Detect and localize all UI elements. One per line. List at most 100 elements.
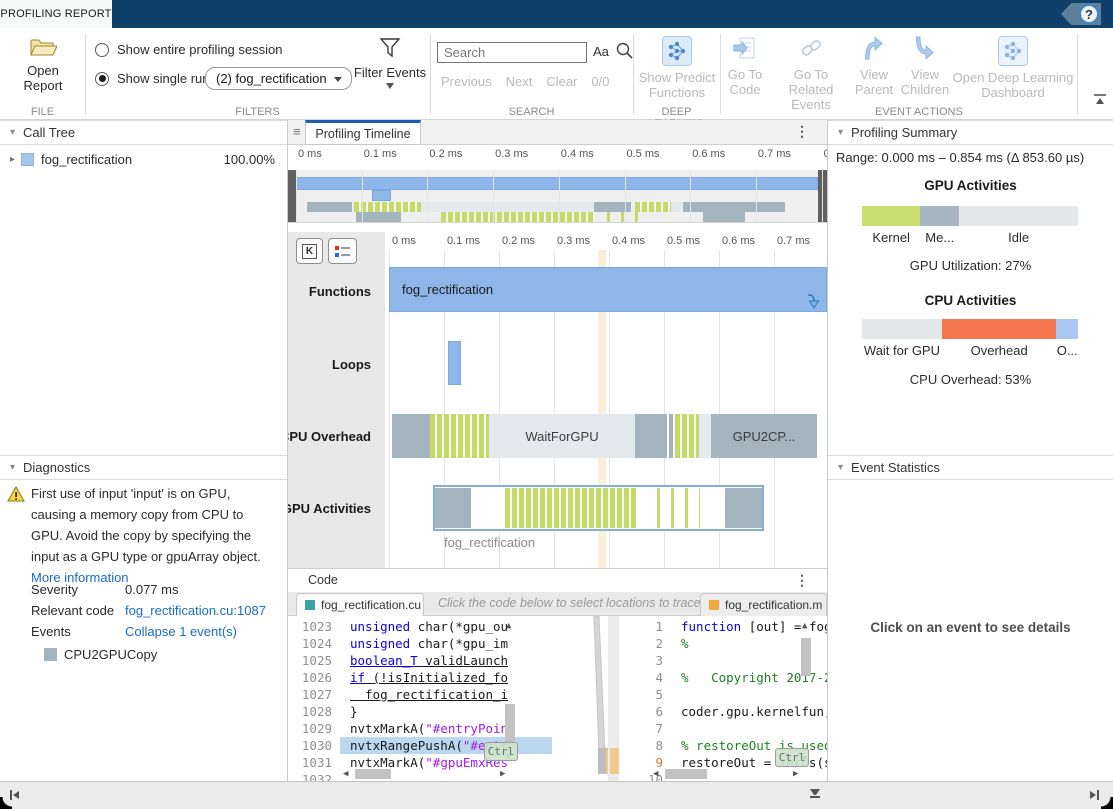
timeline-bar[interactable]: GPU2CP... bbox=[711, 414, 817, 458]
view-parent-button[interactable]: View Parent bbox=[852, 36, 896, 97]
m-code-pane[interactable]: 1function [out] = fog_2%34% Copyright 20… bbox=[608, 616, 827, 781]
loops-row[interactable] bbox=[389, 341, 827, 385]
code-line[interactable]: 4% Copyright 2017-20 bbox=[619, 669, 827, 686]
code-line[interactable]: 3 bbox=[619, 652, 827, 669]
timeline-bar[interactable] bbox=[372, 190, 391, 201]
trace-annotation-mark[interactable] bbox=[610, 748, 619, 774]
overview-left-handle[interactable] bbox=[288, 170, 296, 222]
collapse-ribbon-button[interactable] bbox=[1093, 94, 1107, 104]
match-case-toggle[interactable]: Aa bbox=[593, 44, 609, 59]
timeline-bar[interactable] bbox=[671, 202, 682, 212]
timeline-plot[interactable]: 0 ms0.1 ms0.2 ms0.3 ms0.4 ms0.5 ms0.6 ms… bbox=[385, 232, 827, 568]
vertical-scrollbar-thumb[interactable] bbox=[505, 704, 515, 746]
tab-profiling-timeline[interactable]: Profiling Timeline bbox=[305, 120, 421, 145]
help-icon[interactable]: ? bbox=[1079, 4, 1099, 24]
collapse-right-panel-button[interactable] bbox=[1090, 790, 1099, 800]
collapse-arrow-icon[interactable]: ▾ bbox=[10, 462, 15, 473]
diagnostic-event-name[interactable]: CPU2GPUCopy bbox=[64, 644, 157, 665]
code-line[interactable]: 1023unsigned char(*gpu_ou bbox=[288, 618, 558, 635]
scroll-up-arrow[interactable]: ▲ bbox=[802, 621, 807, 631]
code-line[interactable]: 1027 fog_rectification_i bbox=[288, 686, 558, 703]
collapse-events-link[interactable]: Collapse 1 event(s) bbox=[125, 621, 237, 642]
timeline-bar[interactable] bbox=[683, 202, 785, 212]
search-icon[interactable] bbox=[615, 41, 634, 60]
timeline-bar[interactable] bbox=[441, 212, 594, 222]
timeline-bar[interactable] bbox=[635, 202, 670, 212]
scroll-left-arrow[interactable]: ◀ bbox=[653, 769, 658, 779]
timeline-bar[interactable] bbox=[703, 212, 745, 222]
code-line[interactable]: 1024unsigned char(*gpu_im bbox=[288, 635, 558, 652]
code-line[interactable]: 1026if (!isInitialized_fo bbox=[288, 669, 558, 686]
radio-selected-icon[interactable] bbox=[95, 72, 109, 86]
vertical-scrollbar-thumb[interactable] bbox=[801, 638, 811, 676]
functions-row[interactable]: fog_rectification bbox=[389, 267, 827, 312]
kebab-menu-icon[interactable]: ⋮ bbox=[795, 572, 809, 589]
relevant-code-link[interactable]: fog_rectification.cu:1087 bbox=[125, 600, 266, 621]
open-deep-learning-dashboard-button[interactable]: Open Deep Learning Dashboard bbox=[952, 36, 1074, 100]
search-next-button[interactable]: Next bbox=[506, 74, 533, 89]
go-to-related-events-button[interactable]: Go To Related Events bbox=[770, 36, 852, 112]
scroll-right-arrow[interactable]: ▶ bbox=[793, 769, 798, 779]
open-report-button[interactable]: Open Report bbox=[10, 36, 76, 93]
call-tree-row[interactable]: ▸ fog_rectification 100.00% bbox=[0, 148, 287, 170]
code-line[interactable]: 1025boolean_T validLaunch bbox=[288, 652, 558, 669]
timeline-bar[interactable] bbox=[635, 414, 667, 458]
profiling-summary-header[interactable]: ▾ Profiling Summary bbox=[828, 120, 1113, 145]
view-children-button[interactable]: View Children bbox=[898, 36, 952, 97]
timeline-bar[interactable] bbox=[307, 202, 352, 212]
filter-events-button[interactable]: Filter Events bbox=[352, 36, 428, 89]
code-line[interactable]: 7 bbox=[619, 720, 827, 737]
collapse-arrow-icon[interactable]: ▾ bbox=[838, 462, 843, 473]
timeline-bar[interactable] bbox=[505, 488, 636, 528]
collapse-arrow-icon[interactable]: ▾ bbox=[10, 127, 15, 138]
code-line[interactable]: 6coder.gpu.kernelfun; bbox=[619, 703, 827, 720]
timeline-bar[interactable] bbox=[421, 202, 593, 212]
timeline-bar[interactable] bbox=[392, 414, 430, 458]
cpu-overhead-row[interactable]: WaitForGPU GPU2CP... bbox=[389, 414, 827, 458]
call-tree-header[interactable]: ▾ Call Tree bbox=[0, 120, 287, 145]
timeline-bar[interactable] bbox=[356, 212, 401, 222]
scroll-right-arrow[interactable]: ▶ bbox=[500, 769, 505, 779]
radio-icon[interactable] bbox=[95, 43, 109, 57]
radio-single-run[interactable]: Show single run bbox=[95, 71, 210, 86]
timeline-bar[interactable] bbox=[430, 414, 489, 458]
overview-content[interactable] bbox=[296, 170, 818, 222]
tab-cu-file[interactable]: fog_rectification.cu bbox=[296, 593, 424, 616]
timeline-bar[interactable] bbox=[675, 414, 699, 458]
timeline-overview[interactable] bbox=[288, 170, 827, 223]
expand-arrow-icon[interactable]: ▸ bbox=[10, 154, 15, 165]
legend-button[interactable] bbox=[328, 238, 357, 264]
code-line[interactable]: 1032 bbox=[288, 771, 558, 781]
go-to-code-button[interactable]: Go To Code bbox=[722, 36, 768, 97]
code-line[interactable]: 2% bbox=[619, 635, 827, 652]
timeline-bar[interactable] bbox=[669, 414, 673, 458]
timeline-bar[interactable]: fog_rectification bbox=[389, 267, 827, 312]
timeline-bar[interactable] bbox=[657, 488, 700, 528]
code-line[interactable]: 5 bbox=[619, 686, 827, 703]
timeline-bar[interactable] bbox=[725, 488, 762, 528]
code-line[interactable]: 1029nvtxMarkA("#entryPoin bbox=[288, 720, 558, 737]
timeline-bar[interactable]: WaitForGPU bbox=[489, 414, 635, 458]
horizontal-scrollbar-thumb[interactable] bbox=[665, 769, 707, 779]
search-input[interactable] bbox=[437, 42, 587, 63]
tab-m-file[interactable]: fog_rectification.m bbox=[700, 593, 827, 616]
timeline-bar[interactable] bbox=[354, 202, 421, 212]
horizontal-scrollbar-thumb[interactable] bbox=[355, 769, 391, 779]
kernel-toggle-button[interactable]: K bbox=[296, 238, 323, 264]
timeline-bar[interactable] bbox=[435, 488, 471, 528]
scroll-left-arrow[interactable]: ◀ bbox=[343, 769, 348, 779]
scroll-up-arrow[interactable]: ▲ bbox=[506, 621, 511, 631]
run-select-dropdown[interactable]: (2) fog_rectification bbox=[205, 67, 352, 90]
collapse-bottom-panel-button[interactable] bbox=[810, 789, 820, 798]
search-previous-button[interactable]: Previous bbox=[441, 74, 492, 89]
diagnostics-header[interactable]: ▾ Diagnostics bbox=[0, 455, 287, 480]
collapse-arrow-icon[interactable]: ▾ bbox=[838, 127, 843, 138]
gpu-activities-row[interactable] bbox=[389, 485, 827, 531]
panel-menu-icon[interactable]: ≡ bbox=[293, 124, 301, 139]
timeline-bar[interactable] bbox=[448, 341, 461, 385]
timeline-bar[interactable] bbox=[296, 177, 818, 190]
kebab-menu-icon[interactable]: ⋮ bbox=[795, 123, 809, 140]
code-line[interactable]: 1function [out] = fog_ bbox=[619, 618, 827, 635]
show-predict-functions-button[interactable]: Show Predict Functions bbox=[636, 36, 718, 100]
cu-code-pane[interactable]: 1023unsigned char(*gpu_ou1024unsigned ch… bbox=[288, 616, 558, 781]
